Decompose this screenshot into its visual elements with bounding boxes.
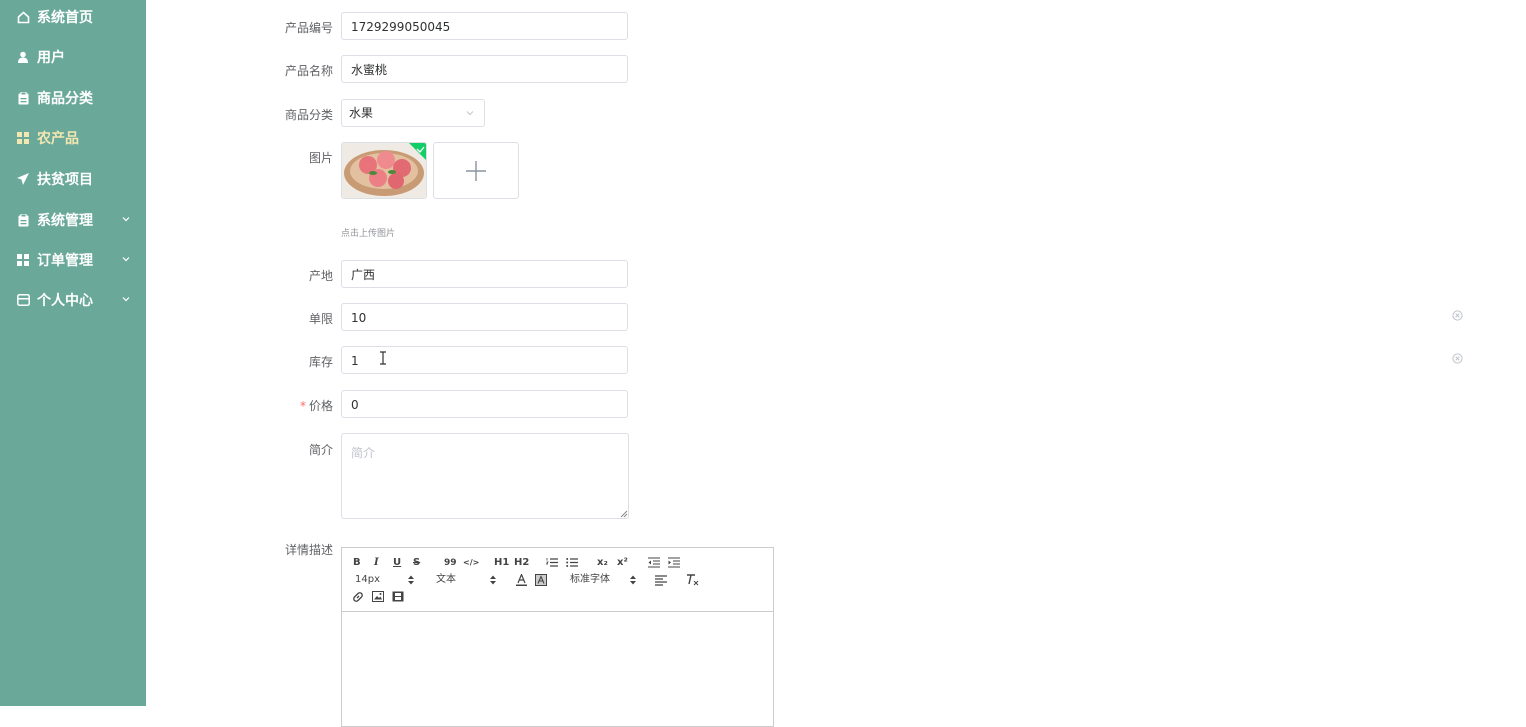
origin-label: 产地 [308,269,333,283]
intro-label: 简介 [308,443,333,457]
sidebar: 系统首页 用户 商品分类 农产品 扶贫项目 系统管理 订单管理 个人中心 [0,0,146,706]
sidebar-item-label: 用户 [37,50,65,66]
code-button[interactable]: </> [463,556,479,570]
font-color-icon[interactable] [516,574,527,586]
clear-icon[interactable] [1452,310,1463,321]
resize-handle-icon[interactable] [620,510,628,518]
outdent-icon[interactable] [648,557,660,568]
video-icon[interactable] [392,591,404,602]
product-name-input[interactable]: 水蜜桃 [341,55,628,83]
category-select-value: 水果 [349,106,374,120]
blockquote-button[interactable]: 99 [444,556,457,570]
image-icon[interactable] [372,591,384,602]
sidebar-item-poverty[interactable]: 扶贫项目 [0,159,146,199]
limit-label: 单限 [308,312,333,326]
font-size-select[interactable]: 14px [355,573,380,587]
clipboard-icon [16,91,30,105]
underline-button[interactable]: U [393,556,401,570]
limit-input[interactable]: 10 [341,303,628,331]
upload-hint: 点击上传图片 [341,229,396,239]
chevron-down-icon [122,257,130,262]
detail-label: 详情描述 [284,543,333,557]
clipboard-icon [16,213,30,227]
h2-button[interactable]: H2 [514,556,529,570]
editor-toolbar: B I U S 99 </> H1 H2 x₂ x² 14px 文本 标准字体 [342,548,773,612]
sidebar-item-label: 系统首页 [37,10,93,26]
sidebar-item-products[interactable]: 农产品 [0,118,146,158]
stock-label: 库存 [308,355,333,369]
chevron-down-icon [122,217,130,222]
sidebar-item-profile[interactable]: 个人中心 [0,280,146,320]
uploaded-image-thumbnail[interactable] [341,142,427,199]
card-icon [16,293,30,307]
send-icon [16,172,30,186]
align-icon[interactable] [655,575,667,586]
sidebar-item-label: 商品分类 [37,91,93,107]
category-select[interactable]: 水果 [341,99,485,127]
image-label: 图片 [308,151,333,165]
superscript-button[interactable]: x² [617,556,628,570]
upload-add-button[interactable] [433,142,519,199]
origin-input[interactable]: 广西 [341,260,628,288]
clear-icon[interactable] [1452,353,1463,364]
strike-button[interactable]: S [413,556,420,570]
chevron-down-icon [122,297,130,302]
sidebar-item-home[interactable]: 系统首页 [0,0,146,37]
sidebar-item-label: 扶贫项目 [37,172,93,188]
h1-button[interactable]: H1 [494,556,509,570]
peach-image [342,143,426,198]
clear-format-icon[interactable] [686,574,699,586]
sidebar-item-label: 系统管理 [37,213,93,229]
price-input[interactable]: 0 [341,390,628,418]
sidebar-item-label: 订单管理 [37,253,93,269]
required-mark: * [299,399,306,413]
intro-textarea[interactable]: 简介 [341,433,629,519]
sidebar-item-category[interactable]: 商品分类 [0,78,146,118]
select-arrows-icon [408,575,414,585]
product-name-label: 产品名称 [284,64,333,78]
bold-button[interactable]: B [353,556,361,570]
sidebar-item-label: 个人中心 [37,293,93,309]
price-label-text: 价格 [308,399,333,413]
font-family-select[interactable]: 标准字体 [570,573,610,587]
price-label: * 价格 [243,397,333,414]
grid-icon [16,253,30,267]
text-cursor-icon [380,351,386,365]
ordered-list-icon[interactable] [546,557,558,568]
bullet-list-icon[interactable] [566,557,578,568]
italic-button[interactable]: I [374,556,379,570]
chevron-down-icon [466,111,474,116]
home-icon [16,10,30,24]
plus-icon [466,160,486,181]
link-icon[interactable] [352,591,364,603]
subscript-button[interactable]: x₂ [597,556,608,570]
product-no-label: 产品编号 [284,21,333,35]
sidebar-item-user[interactable]: 用户 [0,37,146,77]
product-no-input[interactable]: 1729299050045 [341,12,628,40]
grid-icon [16,131,30,145]
header-select[interactable]: 文本 [436,573,456,587]
user-icon [16,50,30,64]
category-label: 商品分类 [284,108,333,122]
select-arrows-icon [490,575,496,585]
sidebar-item-label: 农产品 [37,131,79,147]
rich-text-editor: B I U S 99 </> H1 H2 x₂ x² 14px 文本 标准字体 [341,547,774,727]
sidebar-item-orders[interactable]: 订单管理 [0,240,146,280]
sidebar-item-system[interactable]: 系统管理 [0,200,146,240]
background-color-icon[interactable] [535,574,547,586]
select-arrows-icon [630,575,636,585]
indent-icon[interactable] [668,557,680,568]
